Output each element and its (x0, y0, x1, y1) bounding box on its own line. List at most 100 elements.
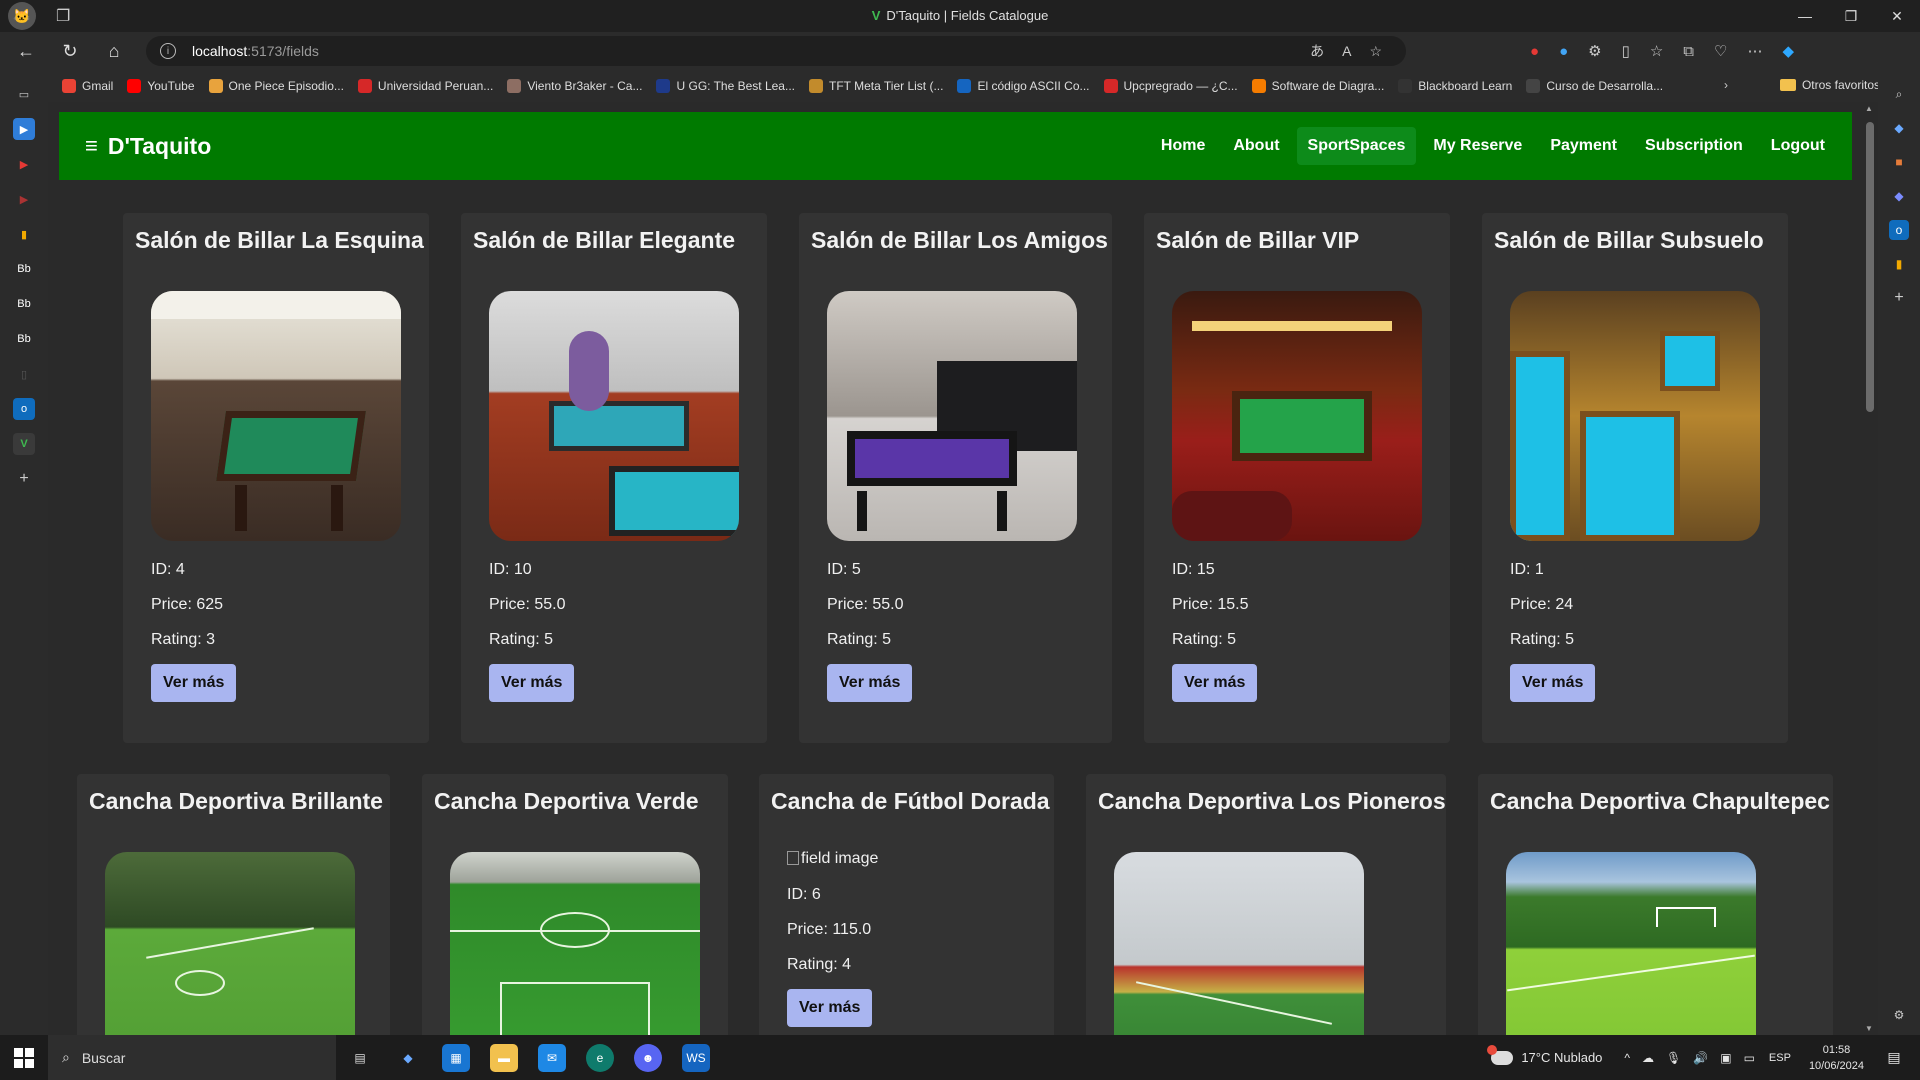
nav-logout[interactable]: Logout (1760, 127, 1836, 165)
tools-icon[interactable]: ■ (1889, 152, 1909, 172)
bookmark-item[interactable]: U GG: The Best Lea... (656, 79, 795, 93)
ver-mas-button[interactable]: Ver más (827, 664, 913, 702)
tab-generic-icon[interactable]: ▯ (13, 363, 35, 385)
add-icon[interactable]: + (1889, 288, 1909, 308)
tab-chart-icon[interactable]: ▮ (13, 223, 35, 245)
other-favorites[interactable]: Otros favoritos (1779, 78, 1880, 92)
notifications-icon[interactable]: ▤ (1878, 1049, 1910, 1066)
settings-icon[interactable]: ⚙ (1889, 1005, 1909, 1025)
bookmark-item[interactable]: One Piece Episodio... (208, 79, 344, 93)
collections-icon[interactable]: ⧉ (1683, 43, 1694, 60)
file-explorer-icon[interactable]: ▬ (490, 1043, 518, 1072)
more-bookmarks-icon[interactable]: › (1724, 78, 1728, 92)
tag-icon[interactable]: ◆ (1889, 118, 1909, 138)
tab-outlook-icon[interactable]: o (13, 398, 35, 420)
translate-icon[interactable]: あ (1310, 41, 1324, 61)
tab-blackboard-icon[interactable]: Bb (13, 258, 35, 280)
copilot-icon[interactable]: ◆ (1782, 42, 1794, 60)
back-icon[interactable]: ← (8, 35, 44, 67)
site-info-icon[interactable]: i (160, 43, 176, 59)
url-field[interactable]: i localhost:5173/fields あ A ☆ (146, 36, 1406, 66)
profile-avatar[interactable]: 🐱 (8, 2, 36, 30)
bookmark-item[interactable]: Blackboard Learn (1398, 79, 1512, 93)
ver-mas-button[interactable]: Ver más (1172, 664, 1258, 702)
store-icon[interactable]: ▦ (442, 1043, 470, 1072)
bookmark-item[interactable]: Universidad Peruan... (357, 79, 493, 93)
ver-mas-button[interactable]: Ver más (151, 664, 237, 702)
nav-home[interactable]: Home (1150, 127, 1216, 165)
field-title: Cancha Deportiva Verde (434, 788, 699, 814)
ver-mas-button[interactable]: Ver más (1510, 664, 1596, 702)
start-button[interactable] (0, 1035, 48, 1080)
discord-icon[interactable]: ☻ (634, 1043, 662, 1072)
ver-mas-button[interactable]: Ver más (489, 664, 575, 702)
extensions-icon[interactable]: ⚙ (1588, 42, 1601, 60)
language-indicator[interactable]: ESP (1769, 1052, 1791, 1064)
scrollbar-thumb[interactable] (1866, 122, 1874, 412)
nav-payment[interactable]: Payment (1539, 127, 1628, 165)
copilot-icon[interactable]: ◆ (1889, 186, 1909, 206)
bookmark-item[interactable]: El código ASCII Co... (957, 79, 1090, 93)
search-icon[interactable]: ⌕ (1889, 84, 1909, 104)
nav-sportspaces[interactable]: SportSpaces (1296, 127, 1417, 165)
nav-my-reserve[interactable]: My Reserve (1422, 127, 1533, 165)
volume-icon[interactable]: 🔊 (1693, 1051, 1708, 1065)
bookmark-item[interactable]: Viento Br3aker - Ca... (507, 79, 642, 93)
weather-widget[interactable]: 17°C Nublado (1487, 1044, 1602, 1065)
bookmark-item[interactable]: Curso de Desarrolla... (1526, 79, 1663, 93)
ver-mas-button[interactable]: Ver más (787, 989, 873, 1027)
read-aloud-icon[interactable]: A (1342, 43, 1351, 59)
bookmark-item[interactable]: TFT Meta Tier List (... (808, 79, 943, 93)
bookmark-label: Software de Diagra... (1271, 79, 1385, 93)
close-icon[interactable]: ✕ (1874, 0, 1920, 32)
extension-blue-icon[interactable]: ● (1559, 43, 1568, 60)
split-screen-icon[interactable]: ▯ (1622, 42, 1630, 60)
bookmark-item[interactable]: Upcpregrado — ¿C... (1103, 79, 1238, 93)
clock[interactable]: 01:58 10/06/2024 (1809, 1042, 1864, 1074)
tab-actions-icon[interactable]: ▭ (13, 83, 35, 105)
nav-subscription[interactable]: Subscription (1634, 127, 1754, 165)
restore-icon[interactable]: ❐ (1828, 0, 1874, 32)
chart-icon[interactable]: ▮ (1889, 254, 1909, 274)
bookmark-item[interactable]: Gmail (62, 79, 113, 93)
mail-icon[interactable]: ✉ (538, 1043, 566, 1072)
minimize-icon[interactable]: — (1782, 0, 1828, 32)
refresh-icon[interactable]: ↻ (52, 35, 88, 67)
scroll-down-icon[interactable]: ▼ (1865, 1024, 1873, 1033)
bookmark-item[interactable]: Software de Diagra... (1251, 79, 1385, 93)
tab-blackboard-icon[interactable]: Bb (13, 328, 35, 350)
webstorm-icon[interactable]: WS (682, 1043, 710, 1072)
tab-media-icon[interactable]: ▶ (13, 118, 35, 140)
more-icon[interactable]: ⋯ (1747, 42, 1762, 60)
favorites-icon[interactable]: ☆ (1650, 42, 1663, 60)
outlook-icon[interactable]: o (1889, 220, 1909, 240)
chevron-up-icon[interactable]: ^ (1624, 1051, 1630, 1065)
extension-red-icon[interactable]: ● (1530, 43, 1539, 60)
bookmark-item[interactable]: YouTube (127, 79, 195, 93)
taskbar-search[interactable]: ⌕ Buscar (48, 1035, 336, 1080)
bookmark-favicon-icon (1251, 79, 1266, 93)
device-icon[interactable]: ▣ (1720, 1051, 1731, 1065)
favorite-star-icon[interactable]: ☆ (1369, 43, 1382, 60)
hamburger-menu-icon[interactable]: ≡ (85, 133, 98, 159)
app-brand[interactable]: D'Taquito (108, 133, 211, 160)
nav-about[interactable]: About (1222, 127, 1290, 165)
new-tab-icon[interactable]: + (13, 468, 35, 490)
task-view-icon[interactable]: ▤ (346, 1044, 374, 1072)
performance-icon[interactable]: ♡ (1714, 42, 1727, 60)
field-card: Cancha Deportiva Verde (422, 774, 728, 1035)
home-icon[interactable]: ⌂ (96, 35, 132, 67)
onedrive-icon[interactable]: ☁ (1642, 1051, 1654, 1065)
tab-blackboard-icon[interactable]: Bb (13, 293, 35, 315)
network-icon[interactable]: ▭ (1744, 1051, 1755, 1065)
microphone-icon[interactable]: 🎙 (1666, 1051, 1681, 1065)
edge-icon[interactable]: e (586, 1043, 614, 1072)
scroll-up-icon[interactable]: ▲ (1865, 104, 1873, 113)
tab-vite-icon[interactable]: V (13, 433, 35, 455)
tab-youtube-icon[interactable]: ▶ (13, 153, 35, 175)
windows-logo-icon (14, 1047, 34, 1068)
page-scrollbar[interactable]: ▲ ▼ (1862, 102, 1878, 1035)
tab-youtube-icon[interactable]: ▶ (13, 188, 35, 210)
tab-actions-icon[interactable]: ❐ (56, 6, 70, 26)
copilot-app-icon[interactable]: ◆ (394, 1044, 422, 1072)
